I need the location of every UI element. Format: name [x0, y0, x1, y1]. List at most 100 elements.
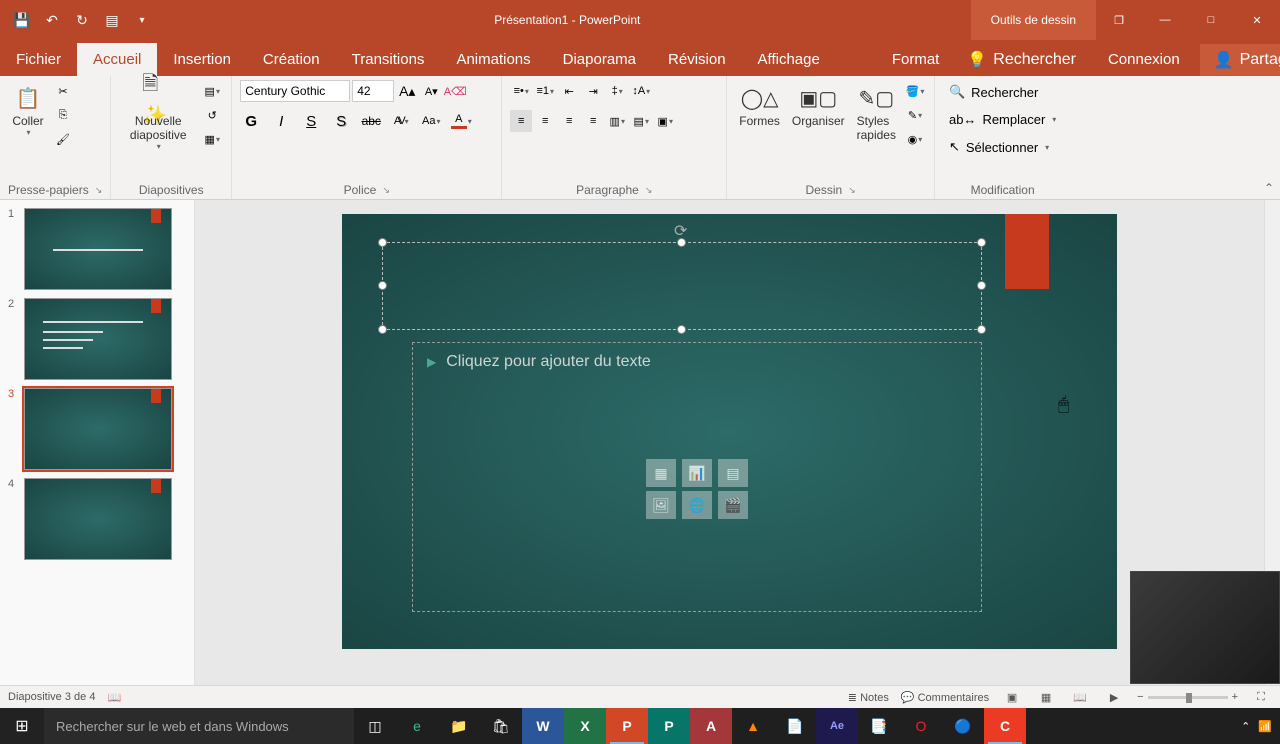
- share-button[interactable]: 👤 Partager: [1200, 44, 1280, 76]
- insert-table-icon[interactable]: ▦: [646, 459, 676, 487]
- tab-diaporama[interactable]: Diaporama: [547, 43, 652, 76]
- font-color-button[interactable]: A▾: [450, 110, 472, 132]
- align-left-icon[interactable]: ≡: [510, 110, 532, 132]
- opera-icon[interactable]: O: [900, 708, 942, 744]
- decrease-font-icon[interactable]: A▾: [420, 80, 442, 102]
- slide-thumbnail-3[interactable]: [24, 388, 172, 470]
- tab-creation[interactable]: Création: [247, 43, 336, 76]
- underline-button[interactable]: S: [300, 110, 322, 132]
- format-painter-icon[interactable]: 🖌: [52, 128, 74, 150]
- paste-button[interactable]: 📋 Coller ▾: [8, 80, 48, 139]
- resize-handle[interactable]: [677, 238, 686, 247]
- network-icon[interactable]: 📶: [1258, 720, 1272, 733]
- vlc-icon[interactable]: ▲: [732, 708, 774, 744]
- shape-effects-icon[interactable]: ◉▾: [904, 128, 926, 150]
- save-icon[interactable]: 💾: [8, 6, 36, 34]
- increase-indent-icon[interactable]: ⇥: [582, 80, 604, 102]
- resize-handle[interactable]: [378, 281, 387, 290]
- reading-view-icon[interactable]: 📖: [1069, 688, 1091, 706]
- edge-icon[interactable]: e: [396, 708, 438, 744]
- store-icon[interactable]: 🛍: [480, 708, 522, 744]
- paragraph-launcher-icon[interactable]: ↘: [645, 185, 653, 196]
- tab-format[interactable]: Format: [876, 43, 956, 76]
- maximize-button[interactable]: □: [1188, 0, 1234, 40]
- ribbon-display-icon[interactable]: ❐: [1096, 0, 1142, 40]
- powerpoint-icon[interactable]: P: [606, 708, 648, 744]
- font-family-select[interactable]: Century Gothic: [240, 80, 350, 102]
- redo-icon[interactable]: ↻: [68, 6, 96, 34]
- quick-styles-button[interactable]: ✎▢ Stylesrapides: [853, 80, 900, 144]
- shapes-button[interactable]: ◯△ Formes: [735, 80, 784, 130]
- tell-me-search[interactable]: 💡 Rechercher: [955, 44, 1088, 76]
- insert-smartart-icon[interactable]: ▤: [718, 459, 748, 487]
- zoom-slider[interactable]: − +: [1137, 691, 1238, 703]
- justify-icon[interactable]: ≡: [582, 110, 604, 132]
- app-icon[interactable]: 📄: [774, 708, 816, 744]
- bold-button[interactable]: G: [240, 110, 262, 132]
- drawing-launcher-icon[interactable]: ↘: [848, 185, 856, 196]
- shape-outline-icon[interactable]: ✎▾: [904, 104, 926, 126]
- normal-view-icon[interactable]: ▣: [1001, 688, 1023, 706]
- italic-button[interactable]: I: [270, 110, 292, 132]
- resize-handle[interactable]: [378, 238, 387, 247]
- file-explorer-icon[interactable]: 📁: [438, 708, 480, 744]
- insert-video-icon[interactable]: 🎬: [718, 491, 748, 519]
- section-icon[interactable]: ▦▾: [201, 128, 223, 150]
- numbering-icon[interactable]: ≡1▾: [534, 80, 556, 102]
- arrange-button[interactable]: ▣▢ Organiser: [788, 80, 849, 130]
- slide-thumbnail-1[interactable]: [24, 208, 172, 290]
- change-case-button[interactable]: Aa▾: [420, 110, 442, 132]
- strikethrough-button[interactable]: abc: [360, 110, 382, 132]
- replace-button[interactable]: ab↔Remplacer▾: [943, 108, 1062, 131]
- spellcheck-icon[interactable]: 📖: [107, 691, 121, 704]
- slideshow-view-icon[interactable]: ▶: [1103, 688, 1125, 706]
- app-icon-2[interactable]: 📑: [858, 708, 900, 744]
- windows-search-box[interactable]: Rechercher sur le web et dans Windows: [44, 708, 354, 744]
- resize-handle[interactable]: [977, 325, 986, 334]
- bullets-icon[interactable]: ≡•▾: [510, 80, 532, 102]
- slide-editor[interactable]: ⟳ ▶ Cliquez pour ajouter du texte ▦ 📊: [195, 200, 1264, 685]
- access-icon[interactable]: A: [690, 708, 732, 744]
- system-tray[interactable]: ⌃ 📶: [1233, 720, 1280, 733]
- slide-canvas[interactable]: ⟳ ▶ Cliquez pour ajouter du texte ▦ 📊: [342, 214, 1117, 649]
- insert-picture-icon[interactable]: 🖼: [646, 491, 676, 519]
- copy-icon[interactable]: ⎘: [52, 104, 74, 126]
- align-right-icon[interactable]: ≡: [558, 110, 580, 132]
- columns-icon[interactable]: ▥▾: [606, 110, 628, 132]
- new-slide-button[interactable]: 🗎✨ Nouvelle diapositive ▾: [119, 80, 197, 153]
- shape-fill-icon[interactable]: 🪣▾: [904, 80, 926, 102]
- resize-handle[interactable]: [378, 325, 387, 334]
- sorter-view-icon[interactable]: ▦: [1035, 688, 1057, 706]
- tab-revision[interactable]: Révision: [652, 43, 742, 76]
- notes-toggle[interactable]: ≣ Notes: [848, 691, 889, 704]
- tray-chevron-icon[interactable]: ⌃: [1241, 720, 1250, 733]
- zoom-in-icon[interactable]: +: [1232, 691, 1238, 703]
- comments-toggle[interactable]: 💬 Commentaires: [901, 691, 989, 704]
- camtasia-icon[interactable]: C: [984, 708, 1026, 744]
- clear-formatting-icon[interactable]: A⌫: [444, 80, 466, 102]
- sign-in-link[interactable]: Connexion: [1092, 43, 1196, 76]
- title-placeholder[interactable]: ⟳: [382, 242, 982, 330]
- tab-animations[interactable]: Animations: [440, 43, 546, 76]
- char-spacing-button[interactable]: AV▾: [390, 110, 412, 132]
- cut-icon[interactable]: ✂: [52, 80, 74, 102]
- slide-thumbnail-2[interactable]: [24, 298, 172, 380]
- find-button[interactable]: 🔍Rechercher: [943, 80, 1044, 104]
- qat-more-icon[interactable]: ▾: [128, 6, 156, 34]
- tab-transitions[interactable]: Transitions: [336, 43, 441, 76]
- clipboard-launcher-icon[interactable]: ↘: [95, 185, 103, 196]
- increase-font-icon[interactable]: A▴: [396, 80, 418, 102]
- excel-icon[interactable]: X: [564, 708, 606, 744]
- undo-icon[interactable]: ↶: [38, 6, 66, 34]
- rotate-handle-icon[interactable]: ⟳: [674, 221, 690, 237]
- resize-handle[interactable]: [677, 325, 686, 334]
- content-placeholder[interactable]: ▶ Cliquez pour ajouter du texte ▦ 📊 ▤ 🖼 …: [412, 342, 982, 612]
- text-direction-icon[interactable]: ↕A▾: [630, 80, 652, 102]
- insert-chart-icon[interactable]: 📊: [682, 459, 712, 487]
- collapse-ribbon-icon[interactable]: ⌃: [1264, 181, 1274, 195]
- after-effects-icon[interactable]: Ae: [816, 708, 858, 744]
- close-button[interactable]: ✕: [1234, 0, 1280, 40]
- zoom-out-icon[interactable]: −: [1137, 691, 1143, 703]
- start-button[interactable]: ⊞: [0, 708, 44, 744]
- tab-affichage[interactable]: Affichage: [742, 43, 836, 76]
